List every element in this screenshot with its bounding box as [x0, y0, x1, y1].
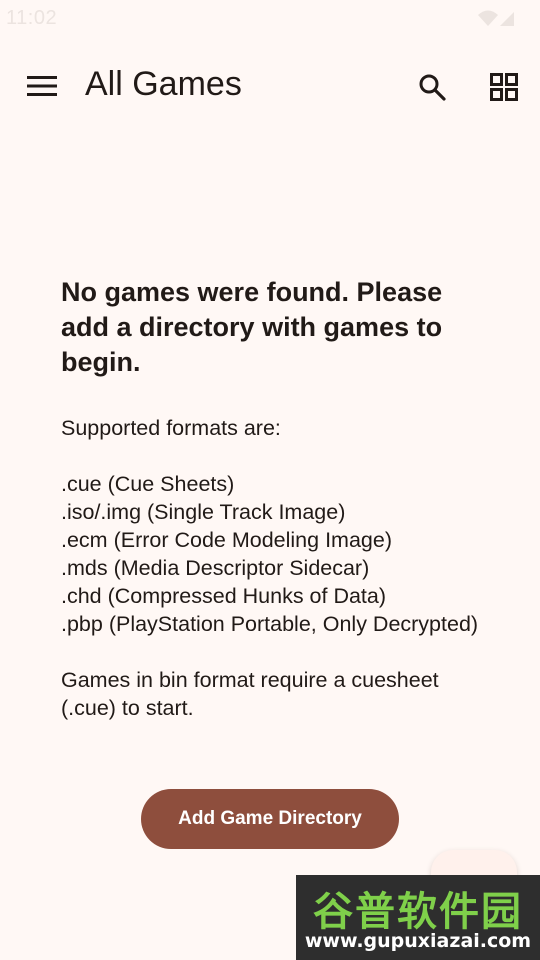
watermark: 谷普软件园 www.gupuxiazai.com: [296, 875, 540, 960]
menu-button[interactable]: [22, 66, 62, 106]
page-title: All Games: [85, 65, 242, 103]
top-app-bar: All Games: [0, 48, 540, 124]
wifi-icon: [478, 10, 514, 26]
search-button[interactable]: [410, 65, 454, 109]
add-game-directory-button[interactable]: Add Game Directory: [141, 789, 399, 849]
grid-view-icon: [490, 73, 518, 101]
grid-view-button[interactable]: [482, 65, 526, 109]
empty-state-heading: No games were found. Please add a direct…: [61, 277, 443, 377]
supported-formats-text: Supported formats are: .cue (Cue Sheets)…: [61, 416, 479, 720]
status-icons: [476, 8, 516, 28]
status-time: 11:02: [6, 7, 58, 29]
empty-state: No games were found. Please add a direct…: [61, 275, 491, 722]
menu-icon: [27, 76, 57, 96]
search-icon: [419, 74, 446, 101]
watermark-title: 谷普软件园: [313, 889, 523, 935]
watermark-url: www.gupuxiazai.com: [304, 930, 532, 952]
status-bar: 11:02: [0, 0, 540, 38]
